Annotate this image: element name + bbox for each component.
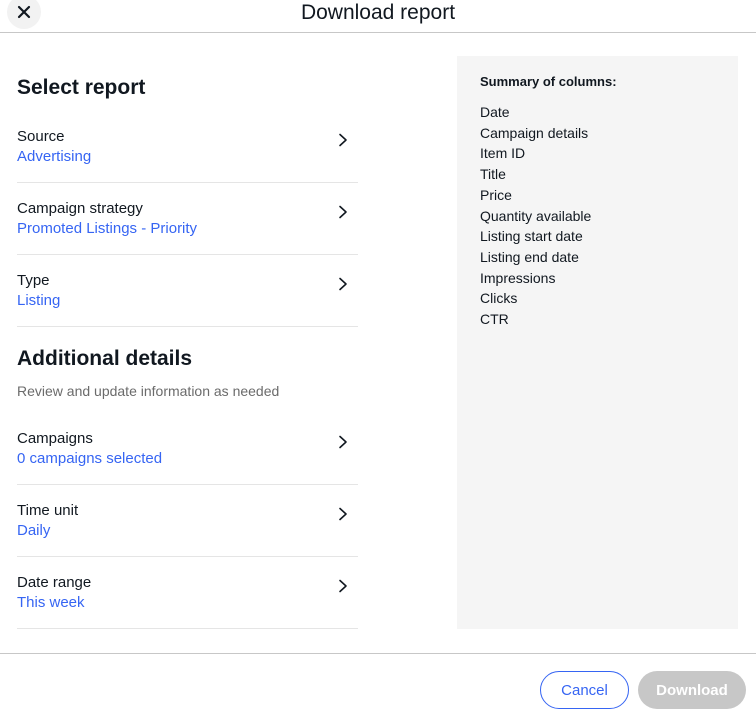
summary-column-item: Impressions	[480, 269, 556, 286]
chevron-right-icon	[339, 277, 347, 291]
additional-details-subtext: Review and update information as needed	[17, 383, 280, 399]
row-label: Campaigns	[17, 430, 93, 447]
summary-column-item: Quantity available	[480, 207, 592, 224]
row-value: This week	[17, 594, 85, 611]
summary-panel: Summary of columns: Date Campaign detail…	[457, 56, 738, 629]
row-value: Advertising	[17, 148, 92, 165]
row-label: Date range	[17, 574, 92, 591]
row-value: Listing	[17, 292, 61, 309]
row-label: Type	[17, 272, 50, 289]
chevron-right-icon	[339, 579, 347, 593]
row-label: Campaign strategy	[17, 200, 143, 217]
summary-column-item: CTR	[480, 311, 509, 328]
time-unit-row[interactable]: Time unit Daily	[17, 485, 358, 557]
summary-column-item: Title	[480, 166, 506, 183]
campaign-strategy-row[interactable]: Campaign strategy Promoted Listings - Pr…	[17, 183, 358, 255]
chevron-right-icon	[339, 205, 347, 219]
dialog-footer: Cancel Download	[0, 653, 756, 720]
row-value: 0 campaigns selected	[17, 450, 163, 467]
summary-column-item: Listing start date	[480, 228, 583, 245]
summary-column-item: Campaign details	[480, 124, 589, 141]
row-value: Promoted Listings - Priority	[17, 220, 198, 237]
row-label: Source	[17, 128, 65, 145]
chevron-right-icon	[339, 133, 347, 147]
source-row[interactable]: Source Advertising	[17, 111, 358, 183]
select-report-heading: Select report	[17, 76, 146, 99]
dialog-header: Download report	[0, 0, 756, 33]
summary-column-item: Listing end date	[480, 248, 579, 265]
row-value: Daily	[17, 522, 51, 539]
summary-title: Summary of columns:	[480, 74, 617, 89]
cancel-button[interactable]: Cancel	[540, 671, 629, 709]
summary-column-item: Item ID	[480, 145, 526, 162]
campaigns-row[interactable]: Campaigns 0 campaigns selected	[17, 413, 358, 485]
summary-column-item: Clicks	[480, 290, 518, 307]
type-row[interactable]: Type Listing	[17, 255, 358, 327]
summary-column-item: Price	[480, 186, 512, 203]
summary-column-list: Date Campaign details Item ID Title Pric…	[480, 102, 715, 330]
additional-details-heading: Additional details	[17, 347, 193, 370]
chevron-right-icon	[339, 435, 347, 449]
download-button[interactable]: Download	[638, 671, 746, 709]
date-range-row[interactable]: Date range This week	[17, 557, 358, 629]
dialog-title: Download report	[300, 1, 456, 24]
row-label: Time unit	[17, 502, 79, 519]
summary-column-item: Date	[480, 104, 510, 120]
chevron-right-icon	[339, 507, 347, 521]
